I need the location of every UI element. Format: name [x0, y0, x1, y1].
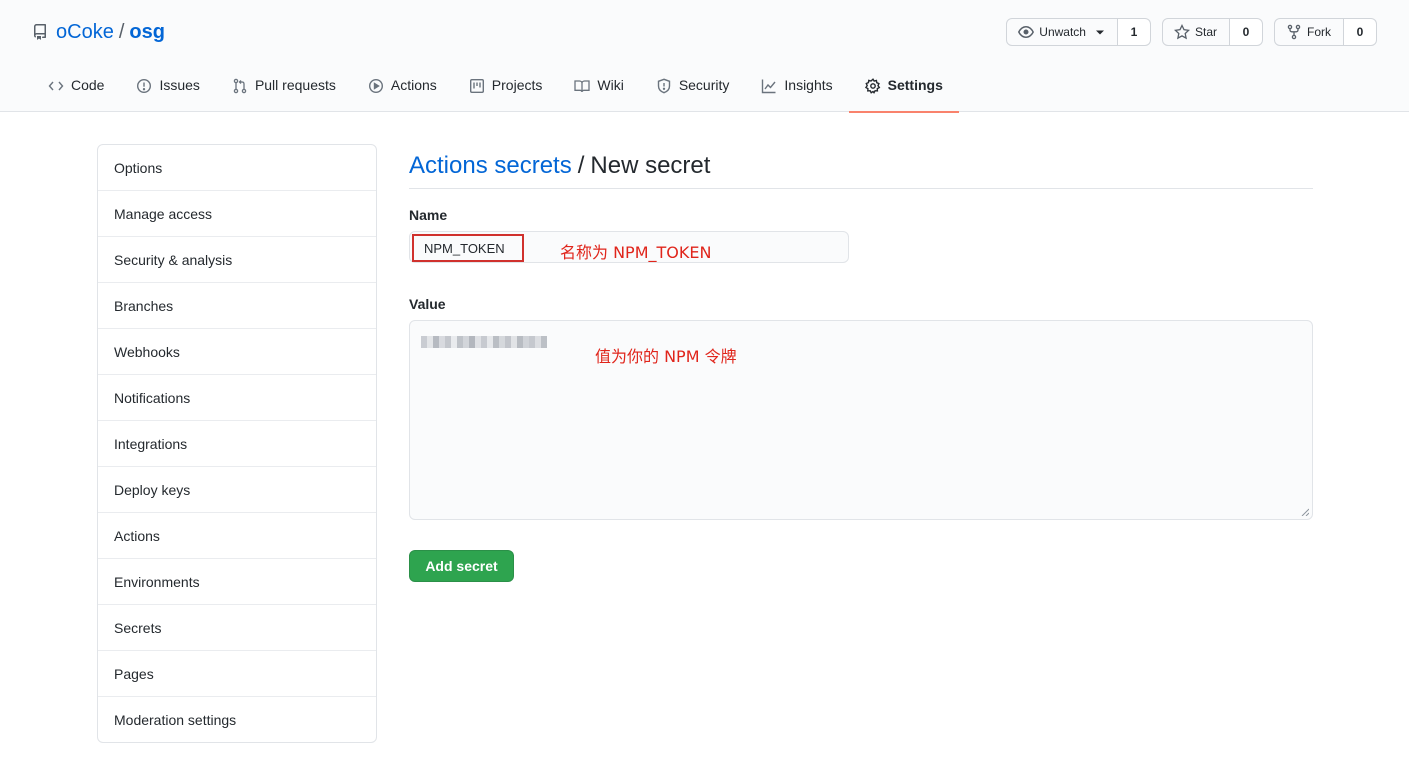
repo-name-link[interactable]: osg: [129, 21, 165, 44]
sidebar-item-security-analysis[interactable]: Security & analysis: [98, 237, 376, 283]
unwatch-label: Unwatch: [1039, 25, 1086, 39]
fork-label: Fork: [1307, 25, 1331, 39]
play-icon: [368, 78, 383, 94]
caret-down-icon: [1095, 30, 1104, 35]
gear-icon: [864, 78, 880, 94]
tab-projects[interactable]: Projects: [453, 63, 559, 112]
new-secret-form: Actions secrets / New secret Name NPM_TO…: [409, 144, 1313, 582]
add-secret-button[interactable]: Add secret: [409, 550, 514, 582]
sidebar-item-secrets[interactable]: Secrets: [98, 605, 376, 651]
fork-button-group: Fork 0: [1274, 18, 1377, 46]
eye-icon: [1018, 26, 1035, 38]
tab-wiki[interactable]: Wiki: [558, 63, 639, 112]
tab-label: Settings: [887, 77, 943, 93]
sidebar-item-branches[interactable]: Branches: [98, 283, 376, 329]
sidebar-item-notifications[interactable]: Notifications: [98, 375, 376, 421]
star-icon: [1173, 24, 1190, 40]
value-textarea[interactable]: [409, 320, 1313, 520]
book-icon: [574, 80, 591, 93]
name-annotation: 名称为 NPM_TOKEN: [560, 243, 712, 262]
tab-label: Pull requests: [254, 77, 336, 93]
code-icon: [48, 81, 64, 91]
name-field-value: NPM_TOKEN: [412, 234, 524, 262]
issue-icon: [137, 78, 152, 94]
repo-owner-link[interactable]: oCoke: [56, 21, 114, 44]
value-label: Value: [409, 296, 446, 312]
repo-icon: [33, 24, 46, 40]
tab-pull-requests[interactable]: Pull requests: [216, 63, 352, 112]
sidebar-item-manage-access[interactable]: Manage access: [98, 191, 376, 237]
watch-button-group: Unwatch 1: [1006, 18, 1151, 46]
watchers-count[interactable]: 1: [1117, 18, 1151, 46]
sidebar-item-deploy-keys[interactable]: Deploy keys: [98, 467, 376, 513]
actions-secrets-link[interactable]: Actions secrets: [409, 152, 572, 180]
sidebar-item-options[interactable]: Options: [98, 145, 376, 191]
tab-security[interactable]: Security: [640, 63, 746, 112]
repo-title: oCoke / osg: [32, 19, 165, 45]
sidebar-item-actions[interactable]: Actions: [98, 513, 376, 559]
fork-button[interactable]: Fork: [1274, 18, 1344, 46]
star-button[interactable]: Star: [1161, 18, 1230, 46]
star-button-group: Star 0: [1161, 18, 1263, 46]
tab-issues[interactable]: Issues: [120, 63, 215, 112]
fork-icon: [1287, 24, 1301, 40]
tab-label: Code: [71, 77, 105, 93]
breadcrumb-current: New secret: [590, 152, 711, 179]
redacted-token-value: [421, 336, 547, 348]
stargazers-count[interactable]: 0: [1230, 18, 1263, 46]
project-icon: [469, 79, 484, 94]
name-label: Name: [409, 207, 448, 223]
tab-settings[interactable]: Settings: [848, 63, 960, 113]
repo-nav: Code Issues Pull requests Actions Projec…: [32, 63, 960, 113]
sidebar-item-pages[interactable]: Pages: [98, 651, 376, 697]
star-label: Star: [1194, 25, 1217, 39]
unwatch-button[interactable]: Unwatch: [1006, 18, 1118, 46]
shield-icon: [657, 78, 671, 94]
sidebar-item-webhooks[interactable]: Webhooks: [98, 329, 376, 375]
pull-request-icon: [233, 78, 247, 94]
tab-actions[interactable]: Actions: [352, 63, 453, 112]
tab-label: Wiki: [597, 77, 624, 93]
repo-actions: Unwatch 1 Star 0 Fork 0: [1006, 18, 1377, 46]
breadcrumb-separator: /: [577, 152, 585, 179]
forks-count[interactable]: 0: [1344, 18, 1377, 46]
value-annotation: 值为你的 NPM 令牌: [595, 347, 737, 366]
tab-label: Security: [678, 77, 730, 93]
tab-label: Insights: [784, 77, 833, 93]
tab-label: Actions: [390, 77, 437, 93]
graph-icon: [762, 79, 776, 94]
tab-code[interactable]: Code: [32, 63, 120, 112]
sidebar-item-environments[interactable]: Environments: [98, 559, 376, 605]
sidebar-item-integrations[interactable]: Integrations: [98, 421, 376, 467]
tab-label: Projects: [491, 77, 543, 93]
tab-insights[interactable]: Insights: [745, 63, 848, 112]
page-title: Actions secrets / New secret: [409, 144, 1313, 189]
repo-header: oCoke / osg Unwatch 1 Star 0 Fork 0 Code…: [0, 0, 1409, 113]
repo-separator: /: [118, 20, 125, 43]
resize-handle-icon[interactable]: [1301, 508, 1309, 516]
tab-label: Issues: [159, 77, 200, 93]
sidebar-item-moderation-settings[interactable]: Moderation settings: [98, 697, 376, 742]
settings-sidebar: Options Manage access Security & analysi…: [97, 144, 377, 743]
